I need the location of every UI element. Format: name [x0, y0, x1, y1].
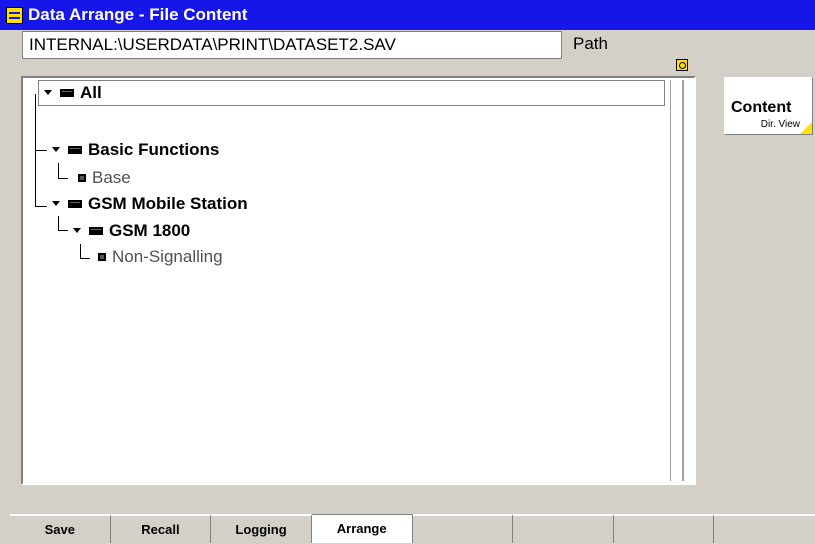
- refresh-icon[interactable]: [676, 59, 688, 71]
- path-input[interactable]: INTERNAL:\USERDATA\PRINT\DATASET2.SAV: [22, 31, 562, 59]
- window-titlebar: Data Arrange - File Content: [0, 0, 815, 30]
- expand-arrow-icon[interactable]: [52, 200, 60, 207]
- tree-item-label: Non-Signalling: [112, 247, 223, 266]
- expand-arrow-icon[interactable]: [44, 89, 52, 96]
- tree-connector-line: [58, 216, 59, 230]
- softkey-empty[interactable]: [412, 514, 514, 543]
- softkey-save[interactable]: Save: [10, 514, 111, 543]
- tree-item-label: GSM 1800: [109, 221, 191, 240]
- expand-arrow-icon[interactable]: [73, 227, 81, 234]
- content-label: Content: [731, 99, 792, 116]
- folder-icon: [68, 145, 82, 154]
- tree-connector-line: [58, 163, 59, 178]
- softkey-bar: Save Recall Logging Arrange: [10, 514, 815, 543]
- tree-item-label: Base: [92, 168, 131, 187]
- tree-connector-line: [80, 244, 81, 258]
- softkey-empty[interactable]: [513, 514, 614, 543]
- tree-connector-line: [80, 258, 90, 259]
- window-title: Data Arrange - File Content: [28, 5, 248, 24]
- file-content-tree: [21, 76, 696, 485]
- tree-connector-line: [58, 178, 68, 179]
- softkey-empty[interactable]: [714, 514, 815, 543]
- tree-item-label: GSM Mobile Station: [88, 194, 248, 213]
- toggle-indicator-icon: [800, 122, 812, 134]
- tree-item-non-signalling[interactable]: Non-Signalling: [98, 246, 223, 268]
- dir-view-label: Dir. View: [760, 119, 800, 130]
- path-label: Path: [573, 34, 608, 53]
- content-dir-view-toggle[interactable]: Content Dir. View: [724, 77, 813, 135]
- tree-item-base[interactable]: Base: [78, 167, 131, 189]
- tree-item-gsm-mobile-station[interactable]: GSM Mobile Station: [52, 193, 248, 215]
- folder-icon: [89, 226, 103, 235]
- tree-item-all[interactable]: All: [38, 80, 665, 106]
- content-button[interactable]: Content Dir. View: [725, 78, 812, 134]
- softkey-empty[interactable]: [613, 514, 715, 543]
- tree-item-label: Basic Functions: [88, 140, 220, 159]
- tree-connector-line: [35, 206, 47, 207]
- tree-connector-line: [58, 230, 68, 231]
- file-icon: [78, 173, 86, 182]
- tree-scrollbar[interactable]: [670, 80, 684, 481]
- tree-item-gsm-1800[interactable]: GSM 1800: [73, 220, 190, 242]
- softkey-recall[interactable]: Recall: [110, 514, 212, 543]
- softkey-arrange[interactable]: Arrange: [311, 514, 413, 543]
- window-menu-icon[interactable]: [6, 7, 23, 24]
- tree-connector-line: [35, 150, 47, 151]
- expand-arrow-icon[interactable]: [52, 146, 60, 153]
- tree-item-basic-functions[interactable]: Basic Functions: [52, 139, 219, 161]
- folder-icon: [60, 88, 74, 97]
- tree-item-label: All: [80, 83, 102, 102]
- file-icon: [98, 252, 106, 261]
- folder-icon: [68, 199, 82, 208]
- softkey-logging[interactable]: Logging: [211, 514, 312, 543]
